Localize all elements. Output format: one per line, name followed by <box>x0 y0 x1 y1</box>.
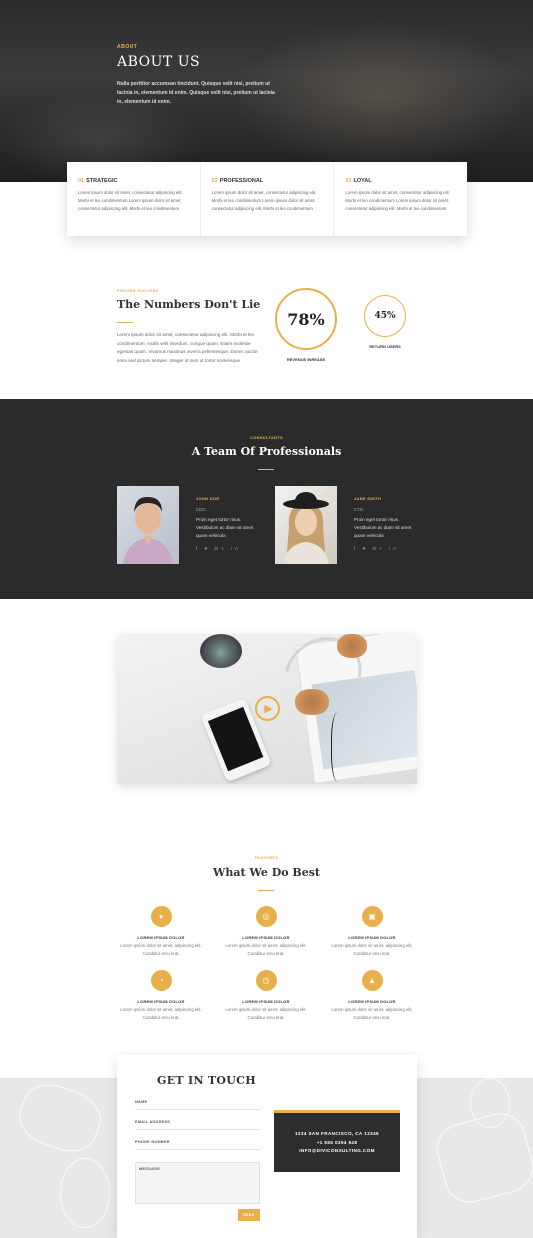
value-cards: 01 STRATEGIC Lorem ipsum dolor sit amet, … <box>67 162 467 236</box>
value-card-title: 01 STRATEGIC <box>78 178 189 184</box>
stat-circle-return-users: 45% <box>364 295 406 337</box>
video-still-headphone <box>337 634 367 658</box>
member-social-links[interactable]: f ♥ G+ in <box>196 546 256 551</box>
video-still-cable <box>331 712 347 782</box>
member-role: CTO <box>354 507 364 512</box>
rocket-icon: ▲ <box>361 970 383 991</box>
play-icon[interactable]: ▶ <box>255 696 280 721</box>
feature-item: ▲ LOREM IPSUM DOLOR Lorem ipsum dolor si… <box>322 970 422 1021</box>
member-info: JOHN DOE CEO Proin eget tortor risus. Ve… <box>196 496 256 551</box>
numbers-title: The Numbers Don't Lie <box>117 298 261 311</box>
stat-label: REVENUE INREASE <box>286 357 326 362</box>
team-title: A Team Of Professionals <box>191 445 342 458</box>
calendar-icon: ▣ <box>361 906 383 927</box>
video-player[interactable]: ▶ <box>117 634 417 784</box>
value-card-strategic: 01 STRATEGIC Lorem ipsum dolor sit amet, … <box>67 162 201 236</box>
member-bio: Proin eget tortor risus. Vestibulum ac d… <box>354 517 412 538</box>
member-name: JOHN DOE <box>196 496 220 501</box>
value-card-body: Lorem ipsum dolor sit amet, consectetur … <box>345 190 450 211</box>
value-card-number: 03 <box>345 178 352 184</box>
video-still-headphone <box>295 689 329 715</box>
features-title: What We Do Best <box>213 866 320 879</box>
member-info: JANE SMITH CTO Proin eget tortor risus. … <box>354 496 414 551</box>
value-card-professional: 02 PROFESSIONAL Lorem ipsum dolor sit ame… <box>201 162 335 236</box>
contact-form-card: GET IN TOUCH NAME EMAIL ADDRESS PHONE NU… <box>117 1055 417 1238</box>
value-card-number: 01 <box>78 178 85 184</box>
team-divider <box>258 469 274 470</box>
contact-info-box: 1234 SAN FRANCISCO, CA 12345 +1 555 0394… <box>274 1110 400 1172</box>
feature-desc: Lorem ipsum dolor sit amet, adipiscing e… <box>331 1007 413 1020</box>
value-card-body: Lorem ipsum dolor sit amet, consectetur … <box>211 190 317 211</box>
hero-title: ABOUT US <box>117 54 201 70</box>
numbers-eyebrow: PROVEN SUCCESS <box>117 288 159 293</box>
features-divider <box>258 890 274 891</box>
pie-chart-icon: ◔ <box>150 970 172 991</box>
feature-title: LOREM IPSUM DOLOR <box>137 935 185 940</box>
member-role: CEO <box>196 507 206 512</box>
target-icon: ◎ <box>255 906 277 927</box>
email-field[interactable]: EMAIL ADDRESS <box>135 1120 260 1130</box>
send-button[interactable]: SEND <box>238 1209 260 1221</box>
contact-title: GET IN TOUCH <box>157 1074 256 1087</box>
numbers-divider <box>117 322 133 323</box>
feature-desc: Lorem ipsum dolor sit amet, adipiscing e… <box>120 1007 202 1020</box>
team-section: CONSULTANTS A Team Of Professionals JOHN… <box>0 399 533 599</box>
value-card-number: 02 <box>211 178 218 184</box>
value-card-title: 03 LOYAL <box>345 178 456 184</box>
feature-desc: Lorem ipsum dolor sit amet, adipiscing e… <box>225 943 307 956</box>
stat-label: RETURN USERS <box>369 344 401 349</box>
value-card-title: 02 PROFESSIONAL <box>212 178 323 184</box>
team-eyebrow: CONSULTANTS <box>250 435 283 440</box>
phone-field[interactable]: PHONE NUMBER <box>135 1140 260 1150</box>
features-eyebrow: FEATURES <box>254 855 279 860</box>
stat-circle-revenue: 78% <box>275 288 337 350</box>
member-photo <box>275 486 337 564</box>
stat-value: 45% <box>374 311 396 321</box>
feature-item: ♦ LOREM IPSUM DOLOR Lorem ipsum dolor si… <box>111 906 211 957</box>
feature-item: ◔ LOREM IPSUM DOLOR Lorem ipsum dolor si… <box>111 970 211 1021</box>
contact-address: 1234 SAN FRANCISCO, CA 12345 <box>294 1131 380 1136</box>
member-social-links[interactable]: f ♥ G+ in <box>354 546 414 551</box>
feature-item: ◎ LOREM IPSUM DOLOR Lorem ipsum dolor si… <box>216 906 316 957</box>
member-name: JANE SMITH <box>354 496 382 501</box>
member-photo <box>117 486 179 564</box>
feature-item: ◷ LOREM IPSUM DOLOR Lorem ipsum dolor si… <box>216 970 316 1021</box>
award-icon: ♦ <box>150 906 172 927</box>
name-field[interactable]: NAME <box>135 1100 260 1110</box>
value-card-title-text: LOYAL <box>353 178 372 184</box>
value-card-title-text: STRATEGIC <box>86 178 118 184</box>
hero-section: ABOUT ABOUT US Nulla porttitor accumsan … <box>0 0 533 182</box>
feature-title: LOREM IPSUM DOLOR <box>348 935 396 940</box>
contact-email[interactable]: INFO@DIVICONSULTING.COM <box>274 1147 400 1156</box>
member-bio: Proin eget tortor risus. Vestibulum ac d… <box>196 517 254 538</box>
stat-value: 78% <box>287 309 325 329</box>
feature-desc: Lorem ipsum dolor sit amet, adipiscing e… <box>331 943 413 956</box>
message-field[interactable]: MESSAGE <box>135 1162 260 1204</box>
feature-title: LOREM IPSUM DOLOR <box>137 999 185 1004</box>
video-still-plant <box>200 634 242 668</box>
value-card-loyal: 03 LOYAL Lorem ipsum dolor sit amet, cons… <box>334 162 467 236</box>
feature-title: LOREM IPSUM DOLOR <box>242 999 290 1004</box>
feature-item: ▣ LOREM IPSUM DOLOR Lorem ipsum dolor si… <box>322 906 422 957</box>
feature-desc: Lorem ipsum dolor sit amet, adipiscing e… <box>225 1007 307 1020</box>
contact-phone: +1 555 0394 948 <box>316 1139 358 1145</box>
feature-title: LOREM IPSUM DOLOR <box>348 999 396 1004</box>
value-card-title-text: PROFESSIONAL <box>219 178 264 184</box>
numbers-body: Lorem ipsum dolor sit amet, consectetur … <box>117 332 258 363</box>
value-card-body: Lorem ipsum dolor sit amet, consectetur … <box>78 190 183 211</box>
feature-desc: Lorem ipsum dolor sit amet, adipiscing e… <box>120 943 202 956</box>
hero-eyebrow: ABOUT <box>117 44 138 50</box>
clock-icon: ◷ <box>255 970 277 991</box>
hero-lead: Nulla porttitor accumsan tincidunt. Quis… <box>117 81 275 105</box>
feature-title: LOREM IPSUM DOLOR <box>242 935 290 940</box>
